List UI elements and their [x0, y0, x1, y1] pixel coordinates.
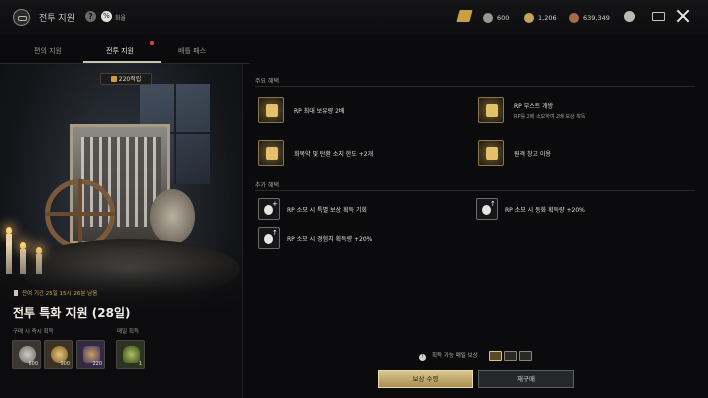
benefit-label: RP 소모 시 동화 획득량 +20%	[505, 206, 585, 214]
energy-icon	[456, 10, 473, 22]
resource-silver[interactable]: 600	[483, 12, 509, 23]
info-icon: !	[419, 354, 426, 361]
claim-reward-button[interactable]: 보상 수령	[378, 370, 473, 388]
extra-benefits-title: 추가 혜택	[255, 182, 279, 189]
tab-notice-dot	[150, 41, 154, 45]
benefit-remote-storage: 원격 창고 이용	[478, 140, 551, 166]
gold-bonus-icon: ↑	[476, 198, 498, 220]
instant-item-silver[interactable]: 600	[12, 340, 41, 369]
bonus-reward-icon: +	[258, 198, 280, 220]
rp-max-icon	[258, 97, 284, 123]
benefit-label: 원격 창고 이용	[514, 150, 551, 158]
instant-reward-label: 구매 시 즉시 획득	[13, 329, 54, 335]
remote-storage-icon	[478, 140, 504, 166]
benefit-rp-boost: RP 부스트 개방 RP를 2배 소모하여 2배 보상 획득	[478, 97, 585, 123]
item-quantity: 220	[92, 361, 102, 367]
rp-boost-icon	[478, 97, 504, 123]
reward-chest-icon[interactable]	[489, 351, 502, 361]
tab-battle-support[interactable]: 전투 지원	[106, 46, 134, 56]
daily-reward-label: 매일 획득	[117, 329, 139, 335]
points-badge-label: 220적립	[118, 76, 142, 83]
benefit-desc: RP를 2배 소모하여 2배 보상 획득	[514, 113, 586, 120]
resource-value: 639,349	[583, 13, 610, 22]
silver-coin-icon	[483, 12, 493, 23]
item-quantity: 600	[28, 361, 38, 367]
extra-benefit-special-reward: + RP 소모 시 특별 보상 획득 기회	[258, 198, 367, 220]
benefit-rp-max: RP 최대 보유량 2배	[258, 97, 344, 123]
benefit-label: RP 소모 시 특별 보상 획득 기회	[287, 206, 367, 214]
panel-divider	[242, 64, 243, 398]
benefit-label: RP 최대 보유량 2배	[294, 107, 345, 115]
remaining-time: 잔여 기간 25일 15시 26분 남음	[14, 289, 97, 297]
resource-gold[interactable]: 1,206	[524, 12, 557, 23]
page-title: 전투 지원	[39, 14, 75, 24]
item-quantity: 900	[60, 361, 70, 367]
currency-rate-label[interactable]: 화율	[115, 13, 126, 22]
remaining-time-text: 잔여 기간 25일 15시 26분 남음	[22, 291, 98, 297]
potion-limit-icon	[258, 140, 284, 166]
daily-reward-note: ! 획득 가능 매일 보상	[419, 351, 478, 361]
section-divider	[255, 190, 695, 191]
instant-item-gold[interactable]: 900	[44, 340, 73, 369]
tab-convenience-support[interactable]: 편의 지원	[34, 46, 62, 56]
pack-title: 전투 특화 지원 (28일)	[13, 306, 131, 320]
daily-reward-note-text: 획득 가능 매일 보상	[432, 353, 478, 359]
hourglass-icon	[14, 290, 18, 296]
points-icon	[110, 76, 117, 82]
benefit-label: RP 소모 시 경험치 획득량 +20%	[287, 235, 373, 243]
resource-value: 1,206	[538, 13, 557, 22]
resource-value: 600	[497, 13, 510, 22]
currency-rate-icon[interactable]: %	[101, 11, 112, 22]
instant-item-medal[interactable]: 220	[76, 340, 105, 369]
section-divider	[255, 86, 695, 87]
battle-support-logo-icon	[13, 9, 30, 26]
extra-benefit-exp-bonus: ↑ RP 소모 시 경험치 획득량 +20%	[258, 227, 372, 249]
main-benefits-title: 주요 혜택	[255, 78, 279, 85]
points-badge: 220적립	[100, 73, 152, 85]
gold-coin-icon	[524, 12, 534, 23]
extra-benefit-gold-bonus: ↑ RP 소모 시 동화 획득량 +20%	[476, 198, 585, 220]
rebuy-button[interactable]: 재구매	[478, 370, 574, 388]
tab-bar: 편의 지원 전투 지원 배틀 패스	[0, 40, 250, 62]
close-icon[interactable]	[676, 9, 690, 23]
copper-coin-icon	[569, 12, 579, 23]
tab-battle-pass[interactable]: 배틀 패스	[178, 46, 206, 56]
top-bar: 전투 지원 ? % 화율 600 1,206 639,349	[0, 0, 708, 34]
benefit-potion-limit: 회복약 및 탄환 소지 한도 +2개	[258, 140, 373, 166]
reward-chest-icon[interactable]	[504, 351, 517, 361]
item-quantity: 1	[138, 361, 142, 367]
benefit-label: RP 부스트 개방	[514, 102, 554, 110]
mail-icon[interactable]	[652, 12, 665, 21]
help-icon[interactable]: ?	[85, 11, 96, 22]
potion-bundle-icon	[123, 346, 140, 363]
exp-bonus-icon: ↑	[258, 227, 280, 249]
daily-item-potion[interactable]: 1	[116, 340, 145, 369]
resource-copper[interactable]: 639,349	[569, 12, 610, 23]
benefit-label: 회복약 및 탄환 소지 한도 +2개	[294, 150, 374, 158]
reward-chest-icon[interactable]	[519, 351, 532, 361]
profile-icon[interactable]	[624, 11, 635, 22]
